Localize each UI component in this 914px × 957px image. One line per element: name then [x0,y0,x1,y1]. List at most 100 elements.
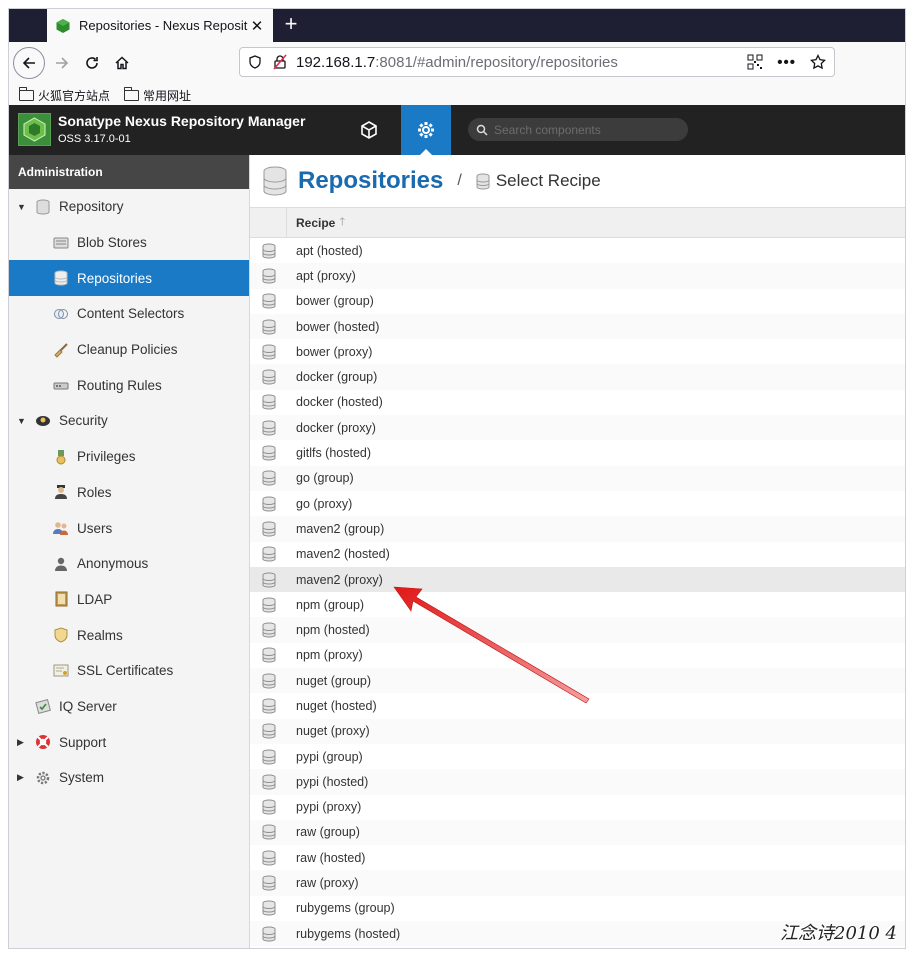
admin-mode-button[interactable] [401,105,451,155]
sidebar-item-label: Content Selectors [77,306,185,322]
back-button[interactable] [13,47,45,79]
sidebar-item-blob-stores[interactable]: Blob Stores [9,225,249,261]
recipe-label: maven2 (group) [296,521,385,536]
collapsed-triangle-icon[interactable]: ▶ [17,772,29,783]
recipe-row[interactable]: bower (group) [250,289,905,314]
recipe-row[interactable]: npm (group) [250,592,905,617]
search-box[interactable] [468,118,688,141]
recipe-row[interactable]: bower (proxy) [250,339,905,364]
recipe-row[interactable]: raw (hosted) [250,845,905,870]
bookmark-firefox-official[interactable]: 火狐官方站点 [18,86,110,104]
database-icon [250,900,287,916]
recipe-row[interactable]: docker (hosted) [250,390,905,415]
recipe-label: docker (hosted) [296,395,383,410]
recipe-row[interactable]: npm (proxy) [250,643,905,668]
star-bookmark-icon[interactable] [810,54,826,70]
reload-button[interactable] [77,48,107,78]
sidebar-item-privileges[interactable]: Privileges [9,439,249,475]
sidebar-item-repositories[interactable]: Repositories [9,260,249,297]
search-input[interactable] [494,122,674,137]
sidebar-item-system[interactable]: ▶ System [9,760,249,796]
sidebar-item-support[interactable]: ▶ Support [9,724,249,760]
insecure-lock-icon[interactable] [272,54,288,70]
page-title[interactable]: Repositories [298,167,443,195]
database-icon [250,875,287,891]
recipe-row[interactable]: maven2 (proxy) [250,566,905,593]
recipe-row[interactable]: apt (hosted) [250,238,905,263]
url-path: :8081/#admin/repository/repositories [375,53,618,71]
forward-button[interactable] [47,48,77,78]
sidebar-item-users[interactable]: Users [9,510,249,546]
recipe-row[interactable]: rubygems (group) [250,896,905,921]
recipe-label: npm (proxy) [296,648,363,663]
expanded-triangle-icon[interactable]: ▼ [17,202,29,212]
sidebar-item-roles[interactable]: Roles [9,475,249,511]
recipe-label: raw (proxy) [296,876,359,891]
sidebar-item-iq-server[interactable]: IQ Server [9,689,249,725]
recipe-row[interactable]: bower (hosted) [250,313,905,340]
qr-code-icon[interactable] [747,54,763,70]
sidebar-item-routing-rules[interactable]: Routing Rules [9,367,249,403]
column-header-recipe[interactable]: Recipe [287,216,335,230]
recipe-row[interactable]: maven2 (group) [250,516,905,542]
recipe-row[interactable]: pypi (group) [250,744,905,769]
breadcrumb-separator: / [457,172,462,189]
sidebar-item-content-selectors[interactable]: Content Selectors [9,296,249,332]
url-bar[interactable]: 192.168.1.7:8081/#admin/repository/repos… [239,47,835,77]
admin-sidebar: Administration ▼ Repository Blob Stores … [9,155,250,948]
recipe-row[interactable]: maven2 (hosted) [250,542,905,567]
database-icon [250,394,287,410]
browser-tab[interactable]: Repositories - Nexus Reposit ✕ [47,9,273,42]
recipe-row[interactable]: raw (group) [250,819,905,846]
folder-icon [123,86,140,101]
recipe-row[interactable]: docker (proxy) [250,415,905,441]
recipe-row[interactable]: apt (proxy) [250,263,905,289]
certificate-icon [53,663,69,679]
sidebar-item-label: LDAP [77,591,113,607]
recipe-row[interactable]: go (proxy) [250,491,905,516]
sort-ascending-icon[interactable]: 🡑 [339,213,345,232]
recipe-row[interactable]: npm (hosted) [250,617,905,643]
sidebar-item-ssl-certificates[interactable]: SSL Certificates [9,653,249,689]
collapsed-triangle-icon[interactable]: ▶ [17,737,29,748]
sidebar-item-label: Support [59,734,107,750]
sidebar-item-realms[interactable]: Realms [9,617,249,653]
recipe-row[interactable]: go (group) [250,465,905,491]
recipe-row[interactable]: pypi (hosted) [250,769,905,795]
users-icon [53,520,69,536]
sidebar-item-anonymous[interactable]: Anonymous [9,546,249,582]
recipe-row[interactable]: docker (group) [250,364,905,390]
sidebar-item-cleanup-policies[interactable]: Cleanup Policies [9,332,249,368]
home-button[interactable] [107,48,137,78]
browse-mode-button[interactable] [349,105,389,155]
sidebar-item-repository[interactable]: ▼ Repository [9,189,249,225]
recipe-row[interactable]: raw (proxy) [250,870,905,896]
database-icon [250,445,287,461]
recipe-row[interactable]: nuget (proxy) [250,718,905,744]
close-tab-icon[interactable]: ✕ [249,17,265,35]
database-icon [250,268,287,284]
grid-header: Recipe 🡑 [250,208,905,238]
url-text[interactable]: 192.168.1.7:8081/#admin/repository/repos… [296,54,747,71]
bookmark-common-sites[interactable]: 常用网址 [123,86,191,104]
expanded-triangle-icon[interactable]: ▼ [17,416,29,426]
sidebar-item-ldap[interactable]: LDAP [9,582,249,618]
recipe-row[interactable]: nuget (hosted) [250,693,905,718]
shield-icon[interactable] [248,55,262,69]
database-icon [250,824,287,840]
recipe-label: nuget (group) [296,673,372,688]
recipe-row[interactable]: gitlfs (hosted) [250,440,905,465]
search-icon [476,124,488,136]
nexus-logo-icon[interactable] [18,113,51,146]
new-tab-button[interactable]: + [279,13,303,37]
more-actions-icon[interactable]: ••• [777,54,796,71]
system-gear-icon [35,770,51,786]
database-icon [250,243,287,259]
watermark-text: 江念诗2010 4 [780,923,897,944]
database-icon [250,369,287,385]
sidebar-item-security[interactable]: ▼ Security [9,403,249,439]
recipe-row[interactable]: nuget (group) [250,668,905,694]
home-icon [115,56,129,70]
recipe-row[interactable]: pypi (proxy) [250,795,905,820]
folder-icon [18,86,34,101]
